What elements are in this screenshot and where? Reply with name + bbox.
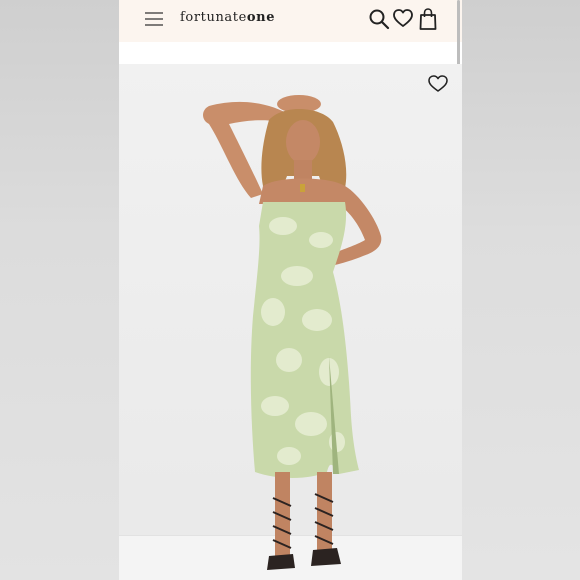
hamburger-menu-icon[interactable] — [144, 11, 164, 27]
model-figure — [203, 95, 382, 570]
background-right — [462, 0, 580, 580]
logo-text-light: fortunate — [180, 10, 247, 25]
search-icon[interactable] — [368, 8, 390, 30]
shopping-bag-icon[interactable] — [419, 8, 437, 30]
brand-logo[interactable]: fortunateone — [180, 10, 275, 25]
background-left — [0, 0, 119, 580]
product-image[interactable] — [119, 64, 462, 580]
wishlist-heart-icon[interactable] — [428, 75, 448, 93]
top-navbar: fortunateone — [119, 0, 462, 42]
logo-text-bold: one — [246, 10, 276, 25]
app-screen: fortunateone — [119, 0, 462, 580]
heart-icon[interactable] — [393, 9, 413, 28]
